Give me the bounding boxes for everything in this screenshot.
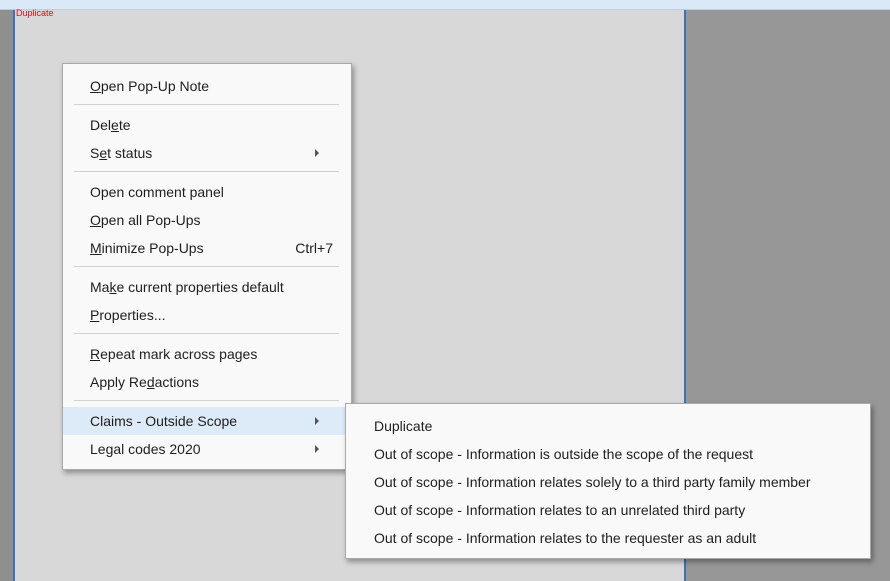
top-toolbar-strip (0, 0, 890, 10)
left-gutter (0, 10, 13, 581)
submenu-arrow-icon (315, 445, 319, 453)
duplicate-stamp-label[interactable]: Duplicate (16, 8, 54, 19)
menu-item-properties[interactable]: Properties... (63, 301, 351, 329)
submenu-item-unrelated-third-party[interactable]: Out of scope - Information relates to an… (346, 496, 870, 524)
menu-item-minimize-popups[interactable]: Minimize Pop-Ups Ctrl+7 (63, 234, 351, 262)
submenu-item-requester-adult[interactable]: Out of scope - Information relates to th… (346, 524, 870, 552)
context-menu: Open Pop-Up Note Del e te Set status Open … (62, 63, 352, 470)
menu-item-open-all-popups[interactable]: Open all Pop-Ups (63, 206, 351, 234)
menu-item-delete[interactable]: Del e te (63, 111, 351, 139)
submenu-item-duplicate[interactable]: Duplicate (346, 412, 870, 440)
menu-shortcut: Ctrl+7 (295, 240, 333, 256)
submenu-item-outside-scope[interactable]: Out of scope - Information is outside th… (346, 440, 870, 468)
menu-separator (74, 171, 339, 172)
menu-item-open-comment-panel[interactable]: Open comment panel (63, 178, 351, 206)
menu-separator (74, 266, 339, 267)
menu-item-claims-outside-scope[interactable]: Claims - Outside Scope (63, 407, 351, 435)
menu-separator (74, 400, 339, 401)
menu-item-set-status[interactable]: Set status (63, 139, 351, 167)
submenu-arrow-icon (315, 149, 319, 157)
menu-item-open-popup-note[interactable]: Open Pop-Up Note (63, 72, 351, 100)
menu-item-repeat-mark[interactable]: Repeat mark across pages (63, 340, 351, 368)
submenu-arrow-icon (315, 417, 319, 425)
menu-separator (74, 104, 339, 105)
submenu-item-third-party-family[interactable]: Out of scope - Information relates solel… (346, 468, 870, 496)
menu-item-legal-codes-2020[interactable]: Legal codes 2020 (63, 435, 351, 463)
menu-item-make-default[interactable]: Ma k e current properties default (63, 273, 351, 301)
claims-submenu: Duplicate Out of scope - Information is … (345, 403, 871, 559)
menu-item-apply-redactions[interactable]: Apply Re d actions (63, 368, 351, 396)
menu-separator (74, 333, 339, 334)
